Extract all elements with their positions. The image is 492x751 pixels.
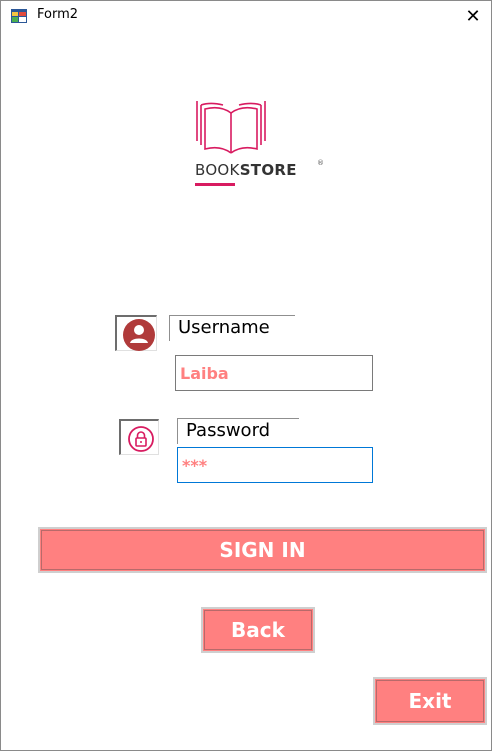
close-icon: ✕ [465, 5, 481, 27]
window-title: Form2 [37, 7, 79, 22]
app-icon [11, 9, 27, 23]
lock-icon-box [119, 419, 159, 455]
close-button[interactable]: ✕ [455, 1, 491, 31]
title-bar[interactable]: Form2 ✕ [1, 1, 491, 31]
logo-text-book: BOOK [195, 161, 240, 179]
exit-label: Exit [408, 689, 452, 713]
password-input[interactable] [177, 447, 373, 483]
registered-mark: ® [317, 159, 324, 167]
exit-button[interactable]: Exit [373, 677, 487, 725]
back-button[interactable]: Back [201, 607, 315, 653]
sign-in-button[interactable]: SIGN IN [38, 527, 487, 573]
username-label: Username [169, 315, 295, 341]
back-label: Back [231, 618, 285, 642]
password-label: Password [177, 418, 299, 444]
sign-in-label: SIGN IN [219, 538, 306, 562]
logo-underline [195, 183, 235, 186]
lock-icon [128, 426, 154, 452]
book-logo-icon [196, 101, 266, 154]
user-icon [123, 319, 155, 351]
form-window: Form2 ✕ BOOKSTORE ® Username Laiba Passw… [0, 0, 492, 751]
user-icon-box [115, 315, 157, 351]
bookstore-logo: BOOKSTORE ® [191, 99, 331, 191]
username-input[interactable] [175, 355, 373, 391]
logo-text-store: STORE [239, 161, 297, 179]
logo-wordmark: BOOKSTORE [195, 161, 297, 179]
